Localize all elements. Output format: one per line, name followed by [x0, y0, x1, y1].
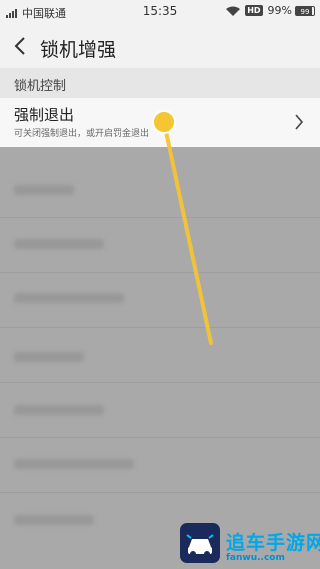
car-logo-icon [180, 523, 220, 563]
watermark-brand: 追车手游网 [226, 532, 320, 554]
battery-icon: 99 [295, 5, 315, 16]
blurred-text [14, 352, 84, 362]
battery-percent: 99% [267, 4, 292, 17]
blurred-text [14, 515, 94, 525]
hd-badge: HD [245, 5, 263, 16]
blurred-text [14, 239, 104, 249]
section-title: 锁机控制 [14, 79, 67, 94]
blurred-text [14, 293, 124, 303]
watermark: 追车手游网 fanwu..com [180, 523, 320, 569]
chevron-right-icon [295, 114, 304, 130]
blurred-divider [0, 492, 320, 493]
watermark-url: fanwu..com [226, 553, 285, 563]
blurred-divider [0, 272, 320, 273]
blurred-text [14, 459, 134, 469]
wifi-icon [226, 6, 241, 16]
blurred-text [14, 405, 104, 415]
force-exit-title: 强制退出 [14, 106, 75, 124]
blurred-divider [0, 382, 320, 383]
blurred-divider [0, 217, 320, 218]
blurred-divider [0, 437, 320, 438]
back-button[interactable] [6, 32, 34, 60]
chevron-left-icon [14, 37, 25, 55]
header: 锁机增强 [0, 24, 320, 68]
blurred-content [0, 147, 320, 569]
page-title: 锁机增强 [40, 39, 117, 61]
force-exit-item[interactable]: 强制退出 可关闭强制退出，或开启罚金退出 [0, 98, 320, 147]
status-right: HD 99% 99 [226, 4, 315, 17]
blurred-divider [0, 327, 320, 328]
blurred-text [14, 185, 74, 195]
section-header: 锁机控制 [0, 68, 320, 98]
force-exit-subtitle: 可关闭强制退出，或开启罚金退出 [14, 129, 150, 139]
status-bar: 中国联通 15:35 HD 99% 99 [0, 0, 320, 24]
